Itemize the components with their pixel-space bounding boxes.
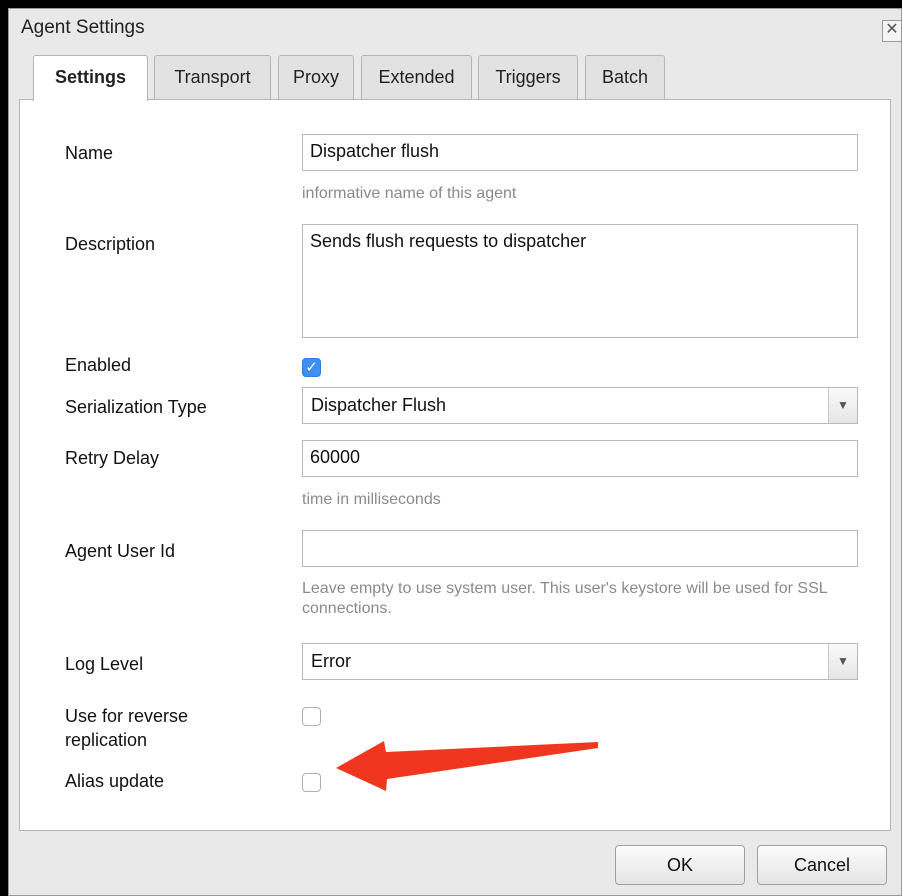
- reverse-replication-label: Use for reverse replication: [65, 706, 189, 750]
- name-hint: informative name of this agent: [302, 185, 517, 202]
- enabled-label: Enabled: [65, 355, 132, 375]
- screen-border-top: [0, 0, 902, 8]
- description-textarea[interactable]: Sends flush requests to dispatcher: [302, 224, 858, 338]
- alias-update-label: Alias update: [65, 771, 165, 791]
- close-icon[interactable]: ✕: [882, 20, 901, 42]
- retry-delay-field[interactable]: 60000: [302, 440, 858, 477]
- dialog-titlebar[interactable]: Agent Settings ✕: [9, 9, 901, 49]
- screen-border-left: [0, 0, 8, 896]
- name-field[interactable]: Dispatcher flush: [302, 134, 858, 171]
- checkmark-icon: ✓: [305, 359, 318, 376]
- serialization-type-label: Serialization Type: [65, 397, 207, 417]
- enabled-checkbox[interactable]: ✓: [302, 358, 321, 377]
- cancel-button[interactable]: Cancel: [757, 845, 887, 885]
- tab-proxy[interactable]: Proxy: [278, 55, 354, 100]
- tab-settings[interactable]: Settings: [33, 55, 148, 101]
- serialization-type-select[interactable]: Dispatcher Flush ▼: [302, 387, 858, 424]
- serialization-type-value: Dispatcher Flush: [311, 395, 447, 415]
- ok-button[interactable]: OK: [615, 845, 745, 885]
- tab-transport[interactable]: Transport: [154, 55, 271, 100]
- chevron-down-icon[interactable]: ▼: [828, 388, 857, 423]
- tab-triggers[interactable]: Triggers: [478, 55, 578, 100]
- retry-delay-hint: time in milliseconds: [302, 491, 441, 508]
- agent-settings-dialog: Agent Settings ✕ Settings Transport Prox…: [8, 8, 902, 896]
- log-level-select[interactable]: Error ▼: [302, 643, 858, 680]
- alias-update-checkbox[interactable]: [302, 773, 321, 792]
- description-label: Description: [65, 234, 156, 254]
- tab-extended[interactable]: Extended: [361, 55, 472, 100]
- tab-batch[interactable]: Batch: [585, 55, 665, 100]
- agent-user-id-label: Agent User Id: [65, 541, 176, 561]
- retry-delay-label: Retry Delay: [65, 448, 160, 468]
- log-level-label: Log Level: [65, 654, 144, 674]
- chevron-down-icon[interactable]: ▼: [828, 644, 857, 679]
- name-label: Name: [65, 143, 114, 163]
- reverse-replication-checkbox[interactable]: [302, 707, 321, 726]
- settings-panel: Name Dispatcher flush informative name o…: [19, 99, 891, 831]
- agent-user-id-field[interactable]: [302, 530, 858, 567]
- agent-user-id-hint: Leave empty to use system user. This use…: [302, 580, 828, 617]
- dialog-title: Agent Settings: [21, 17, 145, 38]
- log-level-value: Error: [311, 651, 351, 671]
